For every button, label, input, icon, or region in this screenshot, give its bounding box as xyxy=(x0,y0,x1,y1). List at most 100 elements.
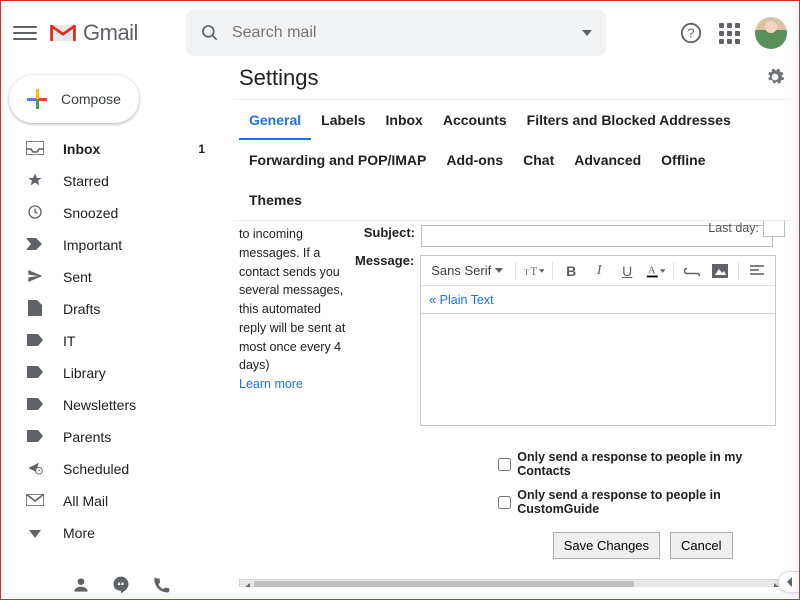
tab-chat[interactable]: Chat xyxy=(513,140,564,180)
contacts-icon[interactable] xyxy=(71,575,91,595)
sidebar-item-label: More xyxy=(63,525,95,541)
sidebar-item-newsletters[interactable]: Newsletters xyxy=(1,389,217,421)
tab-inbox[interactable]: Inbox xyxy=(376,100,433,140)
compose-label: Compose xyxy=(61,91,121,107)
sidebar-item-label: Inbox xyxy=(63,141,100,157)
clock-icon xyxy=(25,204,45,223)
sidebar-item-label: Scheduled xyxy=(63,461,129,477)
svg-text:T: T xyxy=(524,268,529,277)
compose-button[interactable]: Compose xyxy=(9,75,139,123)
svg-text:?: ? xyxy=(687,26,694,41)
chevron-down-icon xyxy=(495,268,503,273)
last-day-input[interactable] xyxy=(763,221,785,237)
label-icon xyxy=(25,365,45,381)
sidebar-item-label: Newsletters xyxy=(63,397,136,413)
phone-icon[interactable] xyxy=(151,575,171,595)
settings-gear-button[interactable] xyxy=(765,67,785,90)
sidebar-item-scheduled[interactable]: Scheduled xyxy=(1,453,217,485)
editor-toolbar: Sans Serif TT B xyxy=(421,256,775,286)
font-size-button[interactable]: TT xyxy=(524,261,544,281)
sidebar-item-library[interactable]: Library xyxy=(1,357,217,389)
help-button[interactable]: ? xyxy=(679,21,703,45)
apps-icon xyxy=(719,23,740,44)
send-icon xyxy=(25,268,45,287)
hangouts-icon[interactable] xyxy=(111,575,131,595)
font-size-icon: TT xyxy=(524,264,538,278)
gmail-logo[interactable]: Gmail xyxy=(49,20,138,46)
font-family-select[interactable]: Sans Serif xyxy=(427,263,507,278)
sidebar-item-label: Parents xyxy=(63,429,111,445)
sidebar-item-label: IT xyxy=(63,333,75,349)
tab-advanced[interactable]: Advanced xyxy=(564,140,651,180)
sidebar-item-label: Snoozed xyxy=(63,205,118,221)
search-icon xyxy=(200,23,220,43)
draft-icon xyxy=(25,300,45,319)
learn-more-link[interactable]: Learn more xyxy=(239,377,303,391)
search-input[interactable] xyxy=(232,24,574,42)
svg-text:T: T xyxy=(531,266,538,278)
message-body[interactable] xyxy=(421,313,775,425)
sidebar-item-parents[interactable]: Parents xyxy=(1,421,217,453)
tab-filters-and-blocked-addresses[interactable]: Filters and Blocked Addresses xyxy=(517,100,741,140)
tab-offline[interactable]: Offline xyxy=(651,140,715,180)
message-editor: Sans Serif TT B xyxy=(420,255,776,426)
plus-icon xyxy=(27,89,47,109)
sidebar-item-label: Important xyxy=(63,237,122,253)
svg-text:A: A xyxy=(648,264,656,276)
help-icon: ? xyxy=(680,22,702,44)
sidebar-item-snoozed[interactable]: Snoozed xyxy=(1,197,217,229)
align-button[interactable] xyxy=(747,261,767,281)
message-label: Message: xyxy=(355,253,420,559)
gmail-icon xyxy=(49,22,77,44)
image-button[interactable] xyxy=(710,261,730,281)
sidebar-item-label: All Mail xyxy=(63,493,108,509)
sidebar-item-sent[interactable]: Sent xyxy=(1,261,217,293)
side-panel-toggle[interactable] xyxy=(778,571,800,593)
inbox-icon xyxy=(25,141,45,158)
sidebar-item-label: Drafts xyxy=(63,301,100,317)
contacts-only-checkbox[interactable]: Only send a response to people in my Con… xyxy=(498,450,785,478)
save-changes-button[interactable]: Save Changes xyxy=(553,532,660,559)
apps-button[interactable] xyxy=(717,21,741,45)
search-options-icon[interactable] xyxy=(582,30,592,36)
link-button[interactable] xyxy=(682,261,702,281)
account-avatar[interactable] xyxy=(755,17,787,49)
domain-only-checkbox[interactable]: Only send a response to people in Custom… xyxy=(498,488,785,516)
vacation-description: to incoming messages. If a contact sends… xyxy=(239,225,347,565)
text-color-button[interactable]: A xyxy=(645,261,665,281)
cancel-button[interactable]: Cancel xyxy=(670,532,732,559)
horizontal-scrollbar[interactable] xyxy=(239,579,785,587)
chevron-down-icon xyxy=(539,269,545,273)
tab-labels[interactable]: Labels xyxy=(311,100,375,140)
main-menu-button[interactable] xyxy=(13,21,37,45)
sidebar-item-all-mail[interactable]: All Mail xyxy=(1,485,217,517)
plain-text-link[interactable]: « Plain Text xyxy=(429,293,493,307)
tab-themes[interactable]: Themes xyxy=(239,180,312,220)
star-icon xyxy=(25,172,45,191)
italic-button[interactable]: I xyxy=(589,261,609,281)
tab-accounts[interactable]: Accounts xyxy=(433,100,517,140)
tab-add-ons[interactable]: Add-ons xyxy=(436,140,513,180)
scheduled-icon xyxy=(25,460,45,479)
sidebar-item-inbox[interactable]: Inbox1 xyxy=(1,133,217,165)
sidebar-item-starred[interactable]: Starred xyxy=(1,165,217,197)
sidebar-item-it[interactable]: IT xyxy=(1,325,217,357)
sidebar-item-label: Sent xyxy=(63,269,92,285)
label-icon xyxy=(25,429,45,445)
allmail-icon xyxy=(25,493,45,509)
text-color-icon: A xyxy=(645,263,660,279)
more-icon xyxy=(25,525,45,541)
tab-general[interactable]: General xyxy=(239,100,311,140)
bold-button[interactable]: B xyxy=(561,261,581,281)
image-icon xyxy=(712,264,728,278)
underline-button[interactable]: U xyxy=(617,261,637,281)
label-icon xyxy=(25,397,45,413)
chevron-left-icon xyxy=(786,577,794,587)
sidebar-item-important[interactable]: Important xyxy=(1,229,217,261)
tab-forwarding-and-pop-imap[interactable]: Forwarding and POP/IMAP xyxy=(239,140,436,180)
search-bar[interactable] xyxy=(186,10,606,56)
sidebar-item-more[interactable]: More xyxy=(1,517,217,549)
sidebar-item-label: Starred xyxy=(63,173,109,189)
settings-tabs: GeneralLabelsInboxAccountsFilters and Bl… xyxy=(233,99,791,221)
sidebar-item-drafts[interactable]: Drafts xyxy=(1,293,217,325)
